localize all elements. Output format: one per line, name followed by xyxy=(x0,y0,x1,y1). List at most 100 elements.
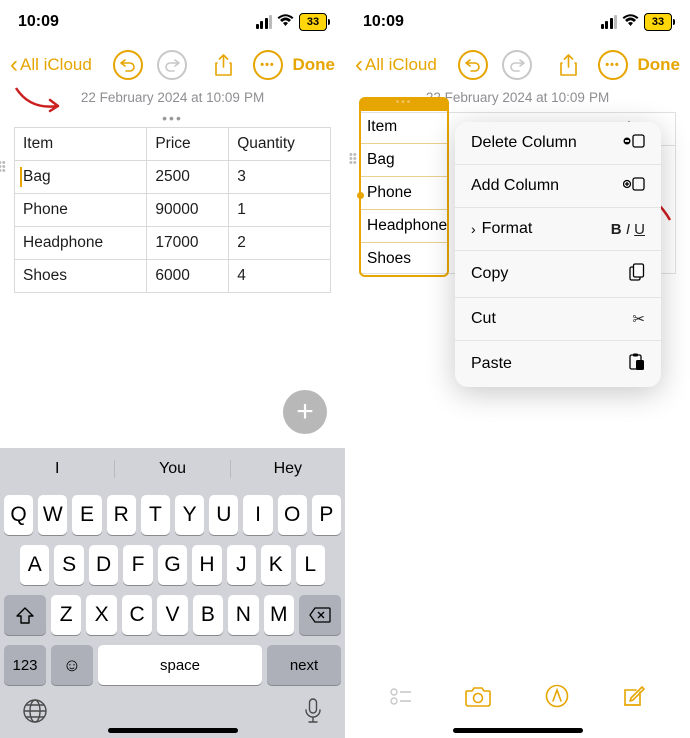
camera-icon[interactable] xyxy=(465,686,491,713)
globe-icon[interactable] xyxy=(22,698,48,730)
key-u[interactable]: U xyxy=(209,495,238,535)
table-cell[interactable]: Phone xyxy=(361,177,447,210)
key-row: ZXCVBNM xyxy=(0,590,345,640)
key-s[interactable]: S xyxy=(54,545,83,585)
status-icons: 33 xyxy=(256,13,328,31)
status-bar: 10:09 33 xyxy=(0,0,345,44)
format-icon: B I U xyxy=(611,221,645,238)
key-r[interactable]: R xyxy=(107,495,136,535)
key-v[interactable]: V xyxy=(157,595,187,635)
wifi-icon xyxy=(277,14,294,30)
status-icons: 33 xyxy=(601,13,673,31)
menu-add-column[interactable]: Add Column xyxy=(455,165,661,208)
key-j[interactable]: J xyxy=(227,545,256,585)
share-button[interactable] xyxy=(554,54,584,76)
menu-format[interactable]: › Format B I U xyxy=(455,208,661,251)
share-button[interactable] xyxy=(209,54,239,76)
key-p[interactable]: P xyxy=(312,495,341,535)
more-button[interactable]: ••• xyxy=(598,50,628,80)
key-t[interactable]: T xyxy=(141,495,170,535)
suggestion[interactable]: You xyxy=(115,460,230,478)
key-x[interactable]: X xyxy=(86,595,116,635)
markup-icon[interactable] xyxy=(545,684,569,714)
suggestion[interactable]: Hey xyxy=(231,460,345,478)
keyboard-bottom xyxy=(0,690,345,730)
key-z[interactable]: Z xyxy=(51,595,81,635)
suggestion-bar: I You Hey xyxy=(0,448,345,490)
key-row: 123 ☺ space next xyxy=(0,640,345,690)
wifi-icon xyxy=(622,14,639,30)
more-button[interactable]: ••• xyxy=(253,50,283,80)
key-b[interactable]: B xyxy=(193,595,223,635)
add-button[interactable]: + xyxy=(283,390,327,434)
cut-icon: ✂ xyxy=(632,310,645,328)
key-f[interactable]: F xyxy=(123,545,152,585)
key-y[interactable]: Y xyxy=(175,495,204,535)
key-q[interactable]: Q xyxy=(4,495,33,535)
table-row: Bag 2500 3 xyxy=(15,161,331,194)
keyboard[interactable]: I You Hey QWERTYUIOP ASDFGHJKL ZXCVBNM 1… xyxy=(0,448,345,738)
delete-column-icon xyxy=(623,134,645,152)
table-cell[interactable]: Shoes xyxy=(361,243,447,275)
add-column-icon xyxy=(623,177,645,195)
key-w[interactable]: W xyxy=(38,495,67,535)
done-button[interactable]: Done xyxy=(293,55,336,75)
emoji-key[interactable]: ☺ xyxy=(51,645,93,685)
home-indicator[interactable] xyxy=(108,728,238,733)
undo-button[interactable] xyxy=(113,50,143,80)
back-button[interactable]: ‹ All iCloud xyxy=(10,51,92,79)
key-c[interactable]: C xyxy=(122,595,152,635)
cellular-icon xyxy=(256,15,273,29)
key-o[interactable]: O xyxy=(278,495,307,535)
row-handle-icon[interactable]: •••••• xyxy=(0,161,6,173)
menu-cut[interactable]: Cut ✂ xyxy=(455,298,661,341)
selected-column[interactable]: ••• Item Bag Phone Headphone Shoes xyxy=(359,97,449,277)
note-table[interactable]: Item Price Quantity Bag 2500 3 Phone 900… xyxy=(14,127,331,293)
row-handle-icon[interactable]: •••••• xyxy=(349,153,357,165)
numbers-key[interactable]: 123 xyxy=(4,645,46,685)
key-g[interactable]: G xyxy=(158,545,187,585)
checklist-icon[interactable] xyxy=(390,688,412,711)
key-n[interactable]: N xyxy=(228,595,258,635)
redo-button[interactable] xyxy=(502,50,532,80)
key-k[interactable]: K xyxy=(261,545,290,585)
redo-button[interactable] xyxy=(157,50,187,80)
table-cell[interactable]: Headphone xyxy=(361,210,447,243)
key-d[interactable]: D xyxy=(89,545,118,585)
chevron-left-icon: ‹ xyxy=(10,51,18,79)
key-a[interactable]: A xyxy=(20,545,49,585)
chevron-right-icon: › xyxy=(471,221,476,237)
key-m[interactable]: M xyxy=(264,595,294,635)
next-key[interactable]: next xyxy=(267,645,341,685)
key-l[interactable]: L xyxy=(296,545,325,585)
space-key[interactable]: space xyxy=(98,645,262,685)
note-content[interactable]: ••• •••••• Item Price Quantity Bag 2500 … xyxy=(0,113,345,293)
back-button[interactable]: ‹ All iCloud xyxy=(355,51,437,79)
menu-delete-column[interactable]: Delete Column xyxy=(455,122,661,165)
phone-left: 10:09 33 ‹ All iCloud ••• Done 22 F xyxy=(0,0,345,738)
table-cell[interactable]: Bag xyxy=(361,144,447,177)
column-handle-icon[interactable]: ••• xyxy=(14,113,331,125)
table-row: Shoes 6000 4 xyxy=(15,260,331,293)
status-time: 10:09 xyxy=(363,13,404,31)
menu-paste[interactable]: Paste xyxy=(455,341,661,387)
status-time: 10:09 xyxy=(18,13,59,31)
column-handle-icon[interactable]: ••• xyxy=(359,97,449,111)
key-h[interactable]: H xyxy=(192,545,221,585)
table-row: Item Price Quantity xyxy=(15,128,331,161)
suggestion[interactable]: I xyxy=(0,460,115,478)
key-row: ASDFGHJKL xyxy=(0,540,345,590)
menu-copy[interactable]: Copy xyxy=(455,251,661,298)
backspace-key[interactable] xyxy=(299,595,341,635)
table-row: Phone 90000 1 xyxy=(15,194,331,227)
shift-key[interactable] xyxy=(4,595,46,635)
home-indicator[interactable] xyxy=(453,728,583,733)
undo-button[interactable] xyxy=(458,50,488,80)
key-e[interactable]: E xyxy=(72,495,101,535)
battery-icon: 33 xyxy=(299,13,327,31)
compose-icon[interactable] xyxy=(622,685,645,714)
table-cell[interactable]: Item xyxy=(361,111,447,144)
done-button[interactable]: Done xyxy=(638,55,681,75)
mic-icon[interactable] xyxy=(303,698,323,730)
key-i[interactable]: I xyxy=(243,495,272,535)
